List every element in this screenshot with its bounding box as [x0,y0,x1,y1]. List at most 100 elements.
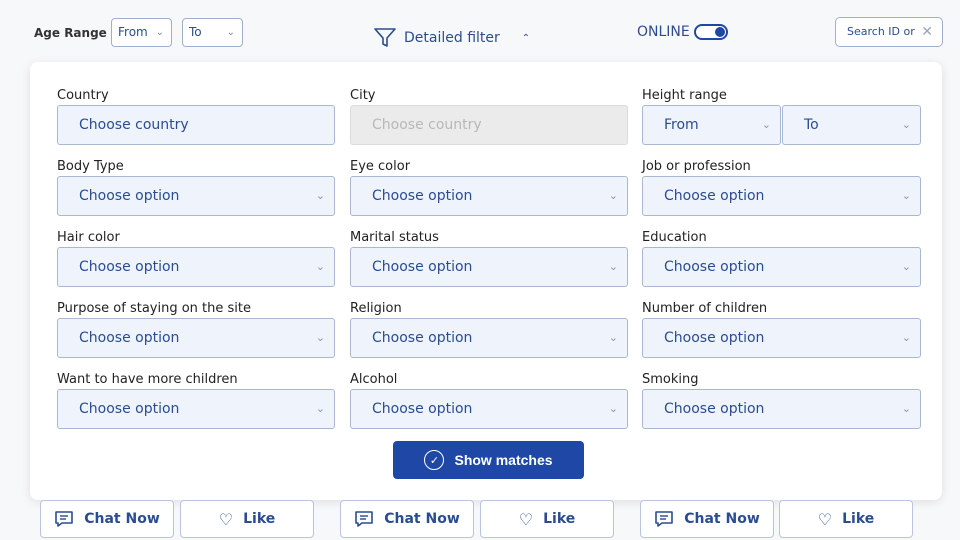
like-label: Like [842,511,875,527]
age-range-label: Age Range [34,26,107,40]
purpose-label: Purpose of staying on the site [57,301,252,316]
chevron-down-icon: ⌄ [761,118,771,131]
chat-now-button[interactable]: Chat Now [40,500,174,538]
education-field: Education Choose option ⌄ [642,230,921,287]
like-label: Like [243,511,276,527]
religion-label: Religion [350,301,402,316]
chat-now-button[interactable]: Chat Now [340,500,474,538]
hair-color-select[interactable]: Choose option ⌄ [57,247,335,287]
children-select[interactable]: Choose option ⌄ [642,318,921,358]
like-button[interactable]: ♡ Like [779,500,913,538]
alcohol-select[interactable]: Choose option ⌄ [350,389,628,429]
education-label: Education [642,230,707,245]
purpose-select[interactable]: Choose option ⌄ [57,318,335,358]
chevron-down-icon: ⌄ [901,189,911,202]
age-to-select[interactable]: To ⌄ [182,18,243,47]
education-select[interactable]: Choose option ⌄ [642,247,921,287]
show-matches-button[interactable]: ✓ Show matches [393,441,584,479]
search-id-input[interactable]: Search ID or ✕ [835,17,943,47]
show-matches-label: Show matches [454,452,553,468]
chevron-down-icon: ⌄ [315,402,325,415]
job-field: Job or profession Choose option ⌄ [642,159,921,216]
height-to-select[interactable]: To ⌄ [782,105,921,145]
smoking-value: Choose option [664,401,765,417]
job-label: Job or profession [642,159,751,174]
heart-icon: ♡ [218,509,234,529]
chat-now-button[interactable]: Chat Now [640,500,774,538]
chevron-down-icon: ⌄ [226,27,235,38]
online-label: ONLINE [637,24,690,40]
chevron-down-icon: ⌄ [608,260,618,273]
height-from-value: From [664,117,699,133]
eye-color-value: Choose option [372,188,473,204]
education-value: Choose option [664,259,765,275]
hair-color-field: Hair color Choose option ⌄ [57,230,335,287]
check-circle-icon: ✓ [424,450,445,470]
chevron-down-icon: ⌄ [608,189,618,202]
body-type-value: Choose option [79,188,180,204]
smoking-select[interactable]: Choose option ⌄ [642,389,921,429]
chat-icon [55,511,74,527]
chevron-down-icon: ⌄ [315,189,325,202]
city-value: Choose country [372,117,482,133]
marital-status-select[interactable]: Choose option ⌄ [350,247,628,287]
chat-icon [355,511,374,527]
alcohol-label: Alcohol [350,372,398,387]
chevron-down-icon: ⌄ [901,402,911,415]
chevron-up-icon: ⌃ [521,32,531,44]
like-label: Like [543,511,576,527]
city-select: Choose country [350,105,628,145]
purpose-value: Choose option [79,330,180,346]
more-children-value: Choose option [79,401,180,417]
marital-status-value: Choose option [372,259,473,275]
top-bar: Age Range From ⌄ To ⌄ Detailed filter ⌃ … [0,0,960,70]
marital-status-label: Marital status [350,230,439,245]
religion-field: Religion Choose option ⌄ [350,301,628,358]
chevron-down-icon: ⌄ [315,331,325,344]
age-from-value: From [118,25,148,39]
close-icon[interactable]: ✕ [921,18,933,46]
eye-color-select[interactable]: Choose option ⌄ [350,176,628,216]
job-value: Choose option [664,188,765,204]
search-id-placeholder: Search ID or [847,25,915,38]
body-type-select[interactable]: Choose option ⌄ [57,176,335,216]
age-from-select[interactable]: From ⌄ [111,18,172,47]
heart-icon: ♡ [518,509,534,529]
hair-color-value: Choose option [79,259,180,275]
more-children-select[interactable]: Choose option ⌄ [57,389,335,429]
religion-select[interactable]: Choose option ⌄ [350,318,628,358]
chevron-down-icon: ⌄ [155,27,164,38]
marital-status-field: Marital status Choose option ⌄ [350,230,628,287]
height-to-value: To [804,117,819,133]
religion-value: Choose option [372,330,473,346]
chevron-down-icon: ⌄ [315,260,325,273]
chat-now-label: Chat Now [384,511,460,527]
like-button[interactable]: ♡ Like [480,500,614,538]
chevron-down-icon: ⌄ [901,260,911,273]
smoking-field: Smoking Choose option ⌄ [642,372,921,429]
detailed-filter-toggle[interactable]: Detailed filter ⌃ [374,28,530,48]
online-toggle[interactable] [693,24,728,40]
body-type-label: Body Type [57,159,124,174]
more-children-label: Want to have more children [57,372,238,387]
city-field: City Choose country [350,88,628,145]
chat-icon [655,511,674,527]
age-to-value: To [189,25,202,39]
hair-color-label: Hair color [57,230,120,245]
alcohol-value: Choose option [372,401,473,417]
country-select[interactable]: Choose country [57,105,335,145]
detailed-filter-label: Detailed filter [404,30,500,46]
more-children-field: Want to have more children Choose option… [57,372,335,429]
filter-icon [374,28,396,47]
chat-now-label: Chat Now [84,511,160,527]
detailed-filter-panel: Country Choose country City Choose count… [30,62,942,500]
job-select[interactable]: Choose option ⌄ [642,176,921,216]
country-value: Choose country [79,117,189,133]
chevron-down-icon: ⌄ [901,118,911,131]
chevron-down-icon: ⌄ [608,331,618,344]
chat-now-label: Chat Now [684,511,760,527]
eye-color-field: Eye color Choose option ⌄ [350,159,628,216]
height-from-select[interactable]: From ⌄ [642,105,781,145]
like-button[interactable]: ♡ Like [180,500,314,538]
chevron-down-icon: ⌄ [608,402,618,415]
